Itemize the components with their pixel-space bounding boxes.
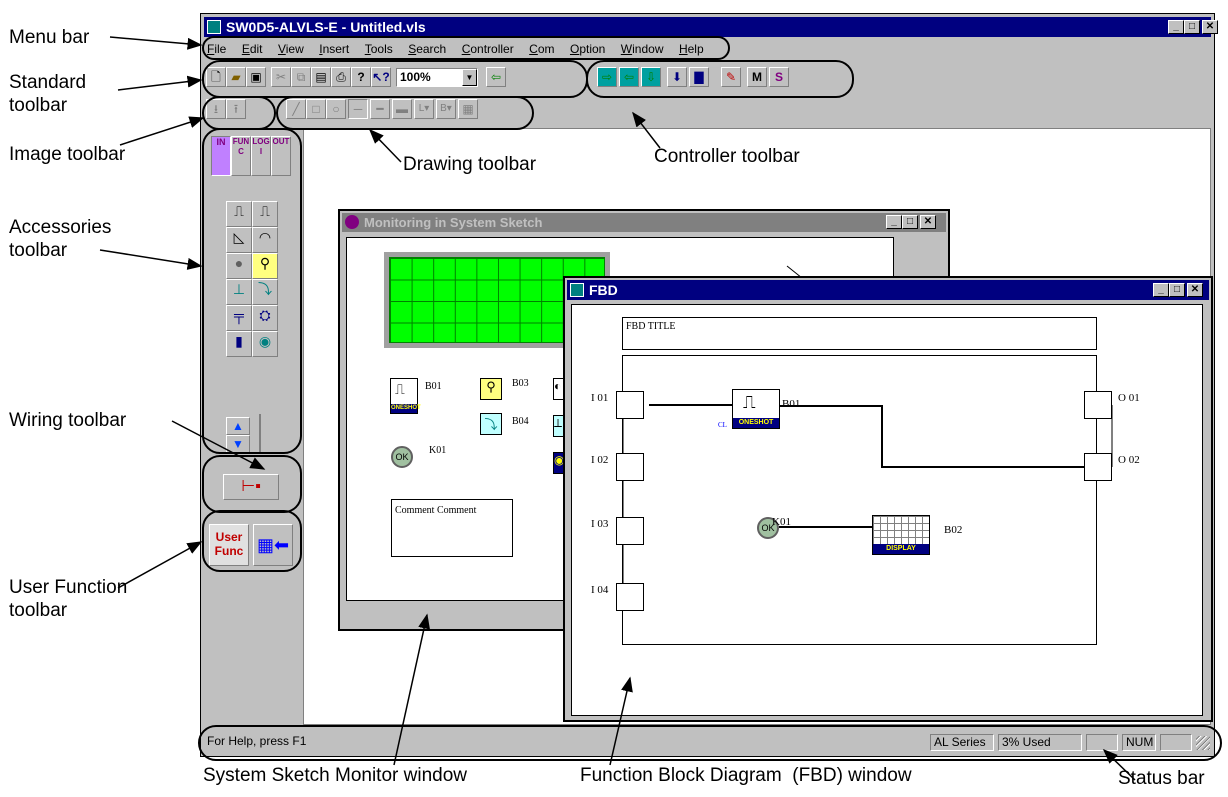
callout-arrows bbox=[99, 36, 1136, 781]
